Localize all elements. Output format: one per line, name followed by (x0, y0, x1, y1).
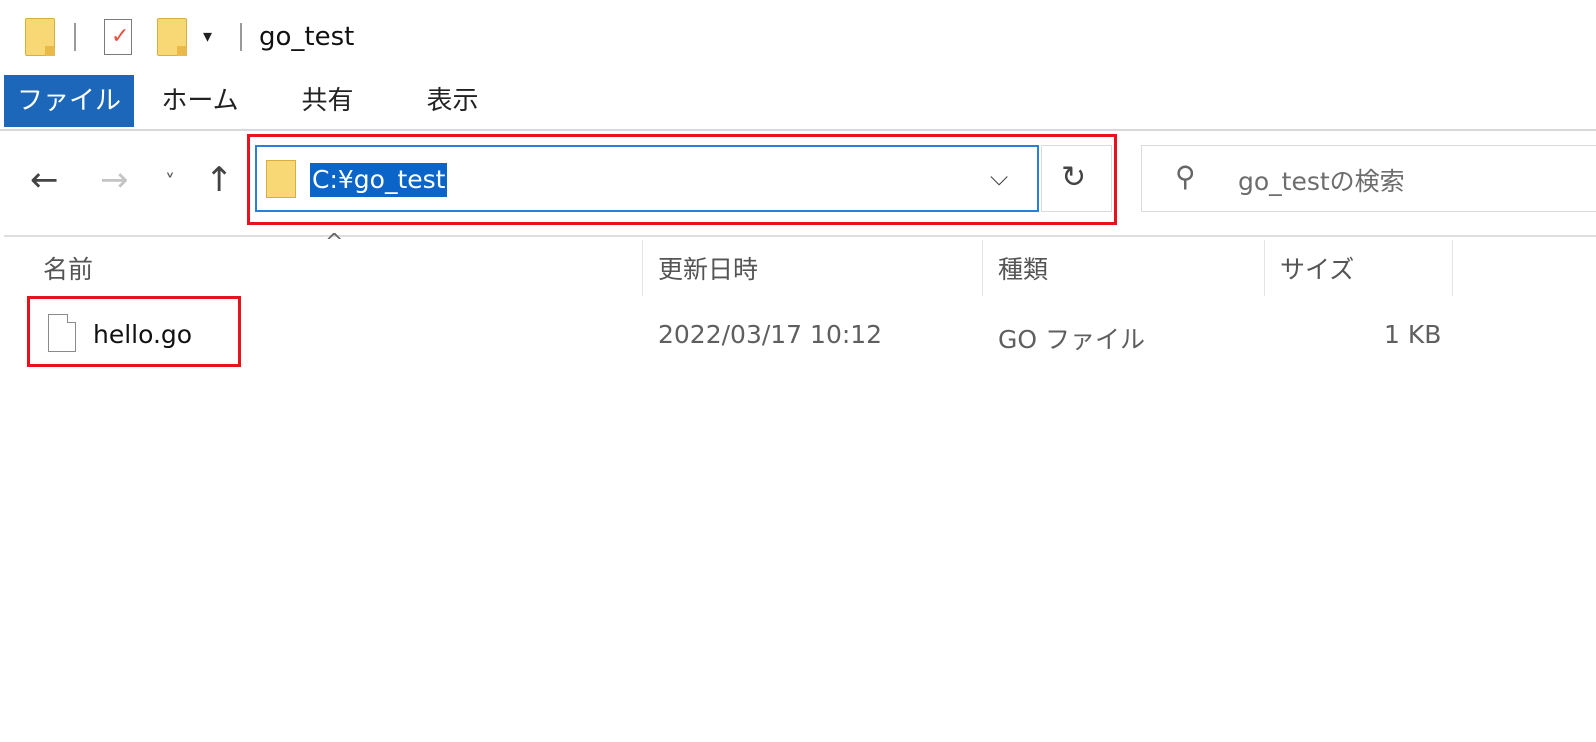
search-placeholder[interactable]: go_testの検索 (1238, 162, 1405, 198)
column-header-name[interactable]: 名前 (43, 250, 93, 286)
tab-share[interactable]: 共有 (290, 75, 365, 127)
address-highlight-box (247, 134, 1117, 225)
search-icon: ⚲ (1175, 160, 1196, 193)
separator (240, 23, 242, 51)
file-highlight-box (27, 296, 241, 367)
file-type: GO ファイル (998, 325, 1145, 354)
customize-toolbar-dropdown-icon[interactable]: ▾ (203, 26, 212, 47)
sort-ascending-icon: ^ (325, 230, 344, 255)
column-header-type[interactable]: 種類 (998, 250, 1048, 286)
toolbar-divider (4, 235, 1596, 237)
column-divider[interactable] (642, 240, 643, 296)
column-divider[interactable] (1452, 240, 1453, 296)
ribbon-divider (0, 129, 1596, 131)
forward-arrow-icon[interactable]: → (100, 160, 129, 200)
column-divider[interactable] (1264, 240, 1265, 296)
window-title: go_test (259, 22, 355, 52)
tab-file[interactable]: ファイル (4, 75, 134, 127)
column-divider[interactable] (982, 240, 983, 296)
title-bar: ✓ ▾ go_test (0, 0, 1596, 72)
column-header-size[interactable]: サイズ (1280, 250, 1354, 286)
properties-icon[interactable]: ✓ (104, 19, 132, 55)
separator (74, 23, 76, 51)
tab-home[interactable]: ホーム (155, 75, 245, 127)
back-arrow-icon[interactable]: ← (30, 160, 59, 200)
new-folder-icon[interactable] (157, 18, 187, 56)
folder-icon[interactable] (25, 18, 55, 56)
up-arrow-icon[interactable]: ↑ (205, 160, 234, 200)
column-header-modified[interactable]: 更新日時 (658, 250, 758, 286)
file-size: 1 KB (1384, 320, 1442, 349)
tab-view[interactable]: 表示 (415, 75, 490, 127)
file-modified: 2022/03/17 10:12 (658, 320, 883, 349)
recent-locations-chevron-icon[interactable]: ˅ (165, 162, 175, 202)
